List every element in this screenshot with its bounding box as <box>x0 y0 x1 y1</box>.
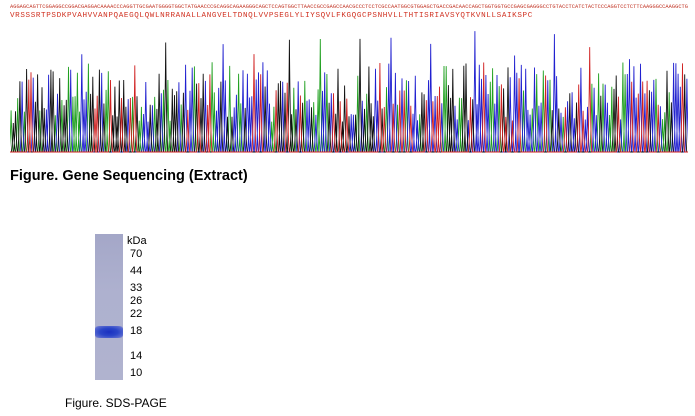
sequencing-figure-caption: Figure. Gene Sequencing (Extract) <box>10 168 248 184</box>
marker-label: 14 <box>130 350 143 362</box>
nucleotide-sequence-track: AGGAGCAGTTCGGAGGCCGGACGAGGACAAAACCCAGGTT… <box>10 4 688 10</box>
marker-label: 18 <box>130 325 143 337</box>
marker-label: 44 <box>130 265 143 277</box>
marker-label: 70 <box>130 248 143 260</box>
sds-page-figure-caption: Figure. SDS-PAGE <box>65 396 167 410</box>
marker-label: 22 <box>130 308 143 320</box>
marker-label: 10 <box>130 367 143 379</box>
sds-page-gel-lane <box>95 234 123 380</box>
marker-label: 26 <box>130 295 143 307</box>
sds-page-protein-band <box>95 326 123 338</box>
marker-label: 33 <box>130 282 143 294</box>
molecular-weight-unit-label: kDa <box>127 235 147 247</box>
sequencing-chromatogram <box>10 31 688 153</box>
